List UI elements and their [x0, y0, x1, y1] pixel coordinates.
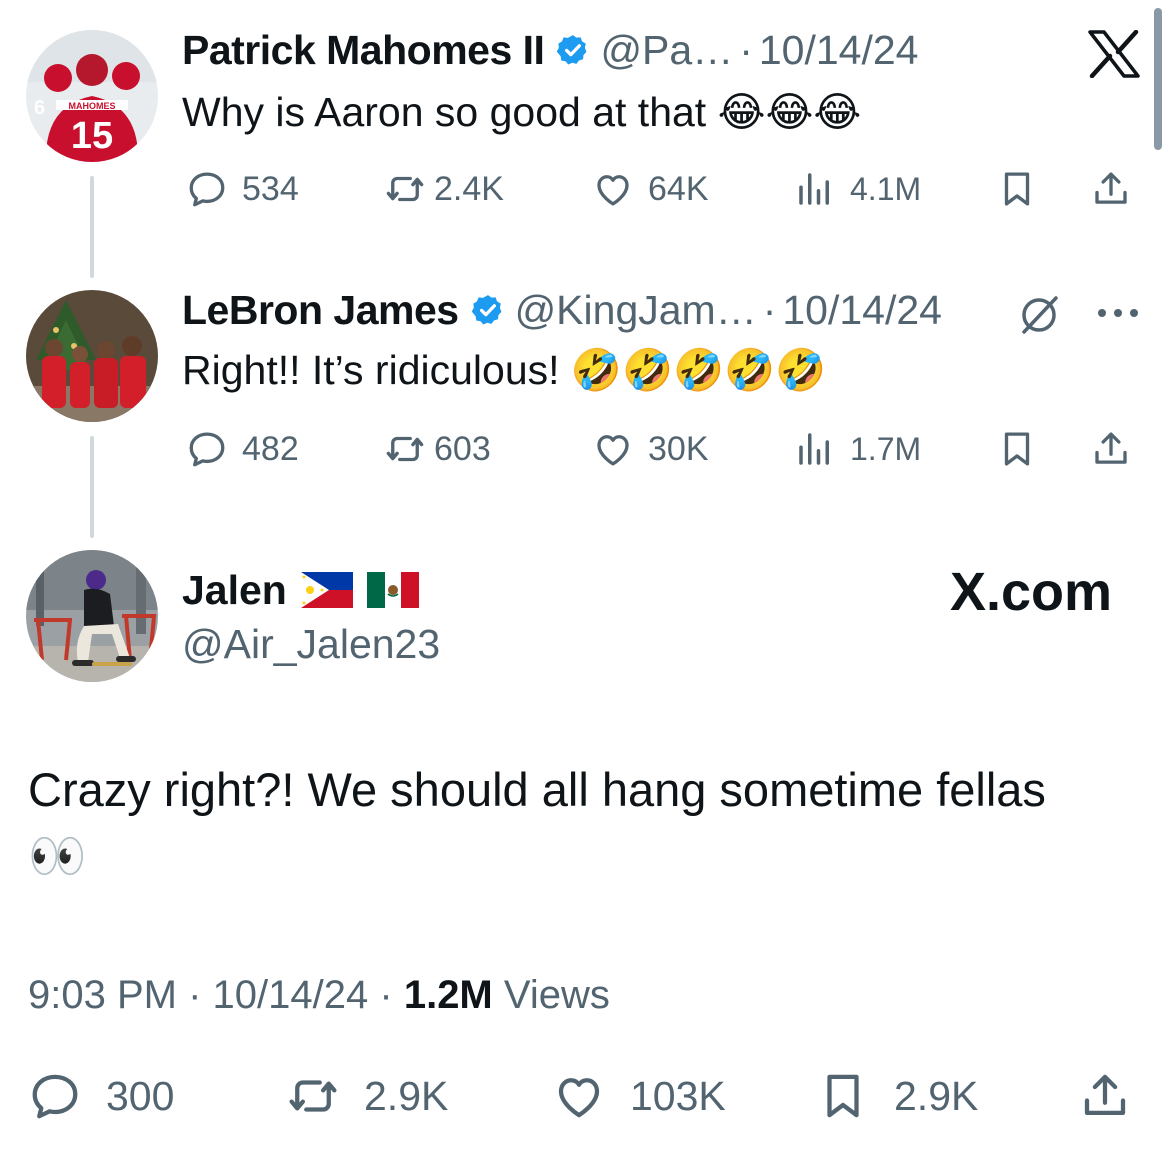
repost-icon: [286, 1069, 340, 1123]
views-button[interactable]: 1.7M: [794, 424, 921, 474]
repost-button[interactable]: 2.4K: [384, 164, 504, 214]
grok-slash-icon[interactable]: [1016, 292, 1062, 338]
share-button[interactable]: [1078, 1066, 1132, 1126]
tweet-date[interactable]: 10/14/24: [213, 973, 369, 1017]
tweet-text: Why is Aaron so good at that 😂😂😂: [182, 89, 862, 135]
tweet-1-header: Patrick Mahomes II @Pa… · 10/14/24: [182, 26, 918, 74]
repost-count: 2.9K: [364, 1072, 449, 1119]
bookmark-button[interactable]: [996, 424, 1038, 474]
reply-button[interactable]: 482: [186, 424, 299, 474]
repost-icon: [384, 428, 426, 470]
bookmark-icon: [996, 428, 1038, 470]
x-com-watermark: X.com: [949, 562, 1112, 622]
views-count: 1.7M: [850, 430, 922, 467]
separator-dot: ·: [188, 973, 202, 1017]
repost-count: 2.4K: [434, 169, 504, 208]
avatar-jalen[interactable]: [26, 550, 158, 682]
main-author-handle[interactable]: @Air_Jalen23: [182, 620, 440, 668]
heart-icon: [592, 428, 634, 470]
tweet-date[interactable]: 10/14/24: [759, 26, 919, 74]
author-name[interactable]: LeBron James: [182, 286, 459, 334]
share-button[interactable]: [1090, 424, 1132, 474]
svg-text:15: 15: [71, 115, 113, 157]
avatar-lebron-james[interactable]: [26, 290, 158, 422]
views-chart-icon: [794, 428, 836, 470]
author-handle[interactable]: @KingJam…: [515, 286, 757, 334]
verified-badge-icon: [471, 293, 505, 327]
tweet-meta: 9:03 PM · 10/14/24 · 1.2M Views: [28, 970, 610, 1020]
tweet-2-header: LeBron James @KingJam… · 10/14/24: [182, 286, 942, 334]
thread-line-2: [90, 436, 94, 538]
tweet-1-actions: 534 2.4K 64K 4.1M: [186, 164, 1142, 214]
bookmark-icon: [816, 1069, 870, 1123]
share-button[interactable]: [1090, 164, 1132, 214]
reply-icon: [28, 1069, 82, 1123]
heart-icon: [552, 1069, 606, 1123]
views-button[interactable]: 4.1M: [794, 164, 921, 214]
views-label: Views: [503, 973, 610, 1017]
avatar-patrick-mahomes[interactable]: MAHOMES 15 6: [26, 30, 158, 162]
reply-icon: [186, 168, 228, 210]
bookmark-icon: [996, 168, 1038, 210]
reply-button[interactable]: 534: [186, 164, 299, 214]
author-name[interactable]: Patrick Mahomes II: [182, 26, 545, 74]
repost-button[interactable]: 2.9K: [286, 1066, 448, 1126]
repost-button[interactable]: 603: [384, 424, 491, 474]
main-tweet-text: Crazy right?! We should all hang sometim…: [28, 763, 1046, 816]
separator-dot: ·: [739, 27, 753, 73]
reply-icon: [186, 428, 228, 470]
main-author-name[interactable]: Jalen: [182, 566, 419, 614]
like-button[interactable]: 64K: [592, 164, 709, 214]
bookmark-button[interactable]: [996, 164, 1038, 214]
like-count: 103K: [630, 1072, 726, 1119]
views-count: 1.2M: [403, 973, 493, 1017]
bookmark-button[interactable]: 2.9K: [816, 1066, 978, 1126]
mexico-flag-icon: [366, 572, 419, 608]
views-count: 4.1M: [850, 170, 922, 207]
tweet-date[interactable]: 10/14/24: [782, 286, 942, 334]
repost-icon: [384, 168, 426, 210]
like-count: 64K: [648, 169, 709, 208]
separator-dot: ·: [379, 973, 393, 1017]
more-dots-icon[interactable]: [1096, 306, 1140, 320]
main-tweet-actions: 300 2.9K 103K 2.9K: [28, 1066, 1138, 1126]
thread-line-1: [90, 176, 94, 278]
like-button[interactable]: 103K: [552, 1066, 726, 1126]
share-icon: [1078, 1069, 1132, 1123]
reply-count: 534: [242, 169, 299, 208]
tweet-2-actions: 482 603 30K 1.7M: [186, 424, 1142, 474]
scrollbar[interactable]: [1154, 8, 1162, 150]
author-handle[interactable]: @Pa…: [600, 26, 733, 74]
separator-dot: ·: [762, 287, 777, 333]
like-button[interactable]: 30K: [592, 424, 709, 474]
x-logo-icon[interactable]: [1088, 30, 1140, 78]
tweet-time[interactable]: 9:03 PM: [28, 973, 177, 1017]
reply-button[interactable]: 300: [28, 1066, 174, 1126]
reply-count: 300: [106, 1072, 175, 1119]
verified-badge-icon: [556, 33, 590, 67]
share-icon: [1090, 168, 1132, 210]
bookmark-count: 2.9K: [894, 1072, 979, 1119]
like-count: 30K: [648, 429, 709, 468]
tweet-text: Right!! It’s ridiculous! 🤣🤣🤣🤣🤣: [182, 347, 827, 393]
views-chart-icon: [794, 168, 836, 210]
main-tweet-emoji: 👀: [28, 829, 87, 882]
reply-count: 482: [242, 429, 299, 468]
svg-text:MAHOMES: MAHOMES: [69, 101, 116, 111]
repost-count: 603: [434, 429, 491, 468]
author-name: Jalen: [182, 567, 287, 613]
share-icon: [1090, 428, 1132, 470]
philippines-flag-icon: [300, 572, 353, 608]
svg-text:6: 6: [34, 97, 45, 119]
heart-icon: [592, 168, 634, 210]
